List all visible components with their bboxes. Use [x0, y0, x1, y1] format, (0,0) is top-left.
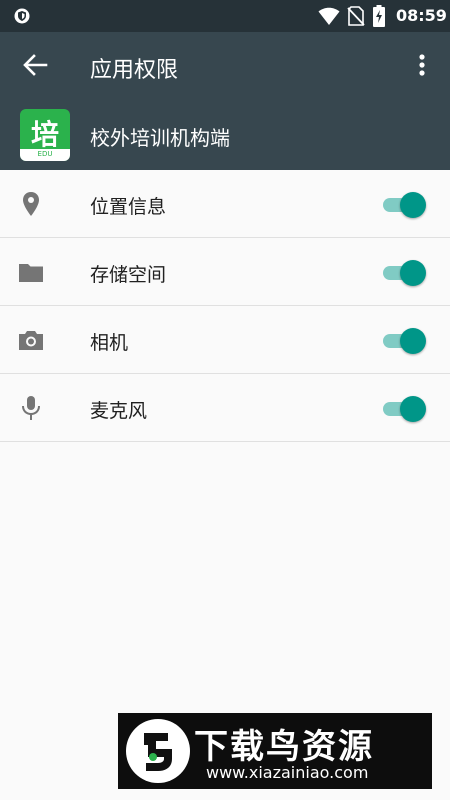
watermark-title: 下载鸟资源 — [194, 727, 374, 767]
permission-toggle-location[interactable] — [383, 192, 427, 218]
permission-row-microphone[interactable]: 麦克风 — [0, 374, 450, 442]
arrow-back-icon[interactable] — [20, 50, 50, 80]
more-vert-icon[interactable] — [410, 50, 434, 80]
permission-row-storage[interactable]: 存储空间 — [0, 238, 450, 306]
permission-label: 麦克风 — [90, 400, 148, 422]
microphone-icon — [22, 396, 40, 420]
toolbar: 应用权限 — [0, 32, 450, 100]
watermark-banner: 下载鸟资源 www.xiazainiao.com — [118, 713, 432, 789]
camera-icon — [19, 331, 43, 350]
status-time: 08:59 — [396, 6, 447, 25]
permission-list: 位置信息 存储空间 相机 麦克风 — [0, 170, 450, 442]
app-name: 校外培训机构端 — [90, 126, 230, 150]
app-header: 培 EDU 校外培训机构端 — [0, 100, 450, 170]
app-icon-caption: EDU — [37, 150, 53, 158]
permission-label: 位置信息 — [90, 196, 167, 218]
battery-charging-icon — [373, 5, 385, 27]
permission-row-camera[interactable]: 相机 — [0, 306, 450, 374]
no-sim-icon — [347, 6, 365, 26]
permission-toggle-camera[interactable] — [383, 328, 427, 354]
wifi-icon — [318, 7, 340, 25]
permission-toggle-storage[interactable] — [383, 260, 427, 286]
watermark-url: www.xiazainiao.com — [206, 763, 369, 782]
permission-toggle-microphone[interactable] — [383, 396, 427, 422]
app-icon: 培 EDU — [20, 109, 70, 161]
location-icon — [23, 192, 39, 216]
shield-icon — [14, 8, 30, 24]
status-bar: 08:59 — [0, 0, 450, 32]
permission-row-location[interactable]: 位置信息 — [0, 170, 450, 238]
watermark-logo — [126, 719, 190, 783]
bird-logo-icon — [144, 733, 172, 771]
folder-icon — [19, 264, 43, 282]
app-icon-glyph: 培 — [30, 118, 59, 151]
permission-label: 相机 — [90, 332, 129, 354]
page-title: 应用权限 — [90, 58, 179, 83]
permission-label: 存储空间 — [90, 264, 167, 286]
